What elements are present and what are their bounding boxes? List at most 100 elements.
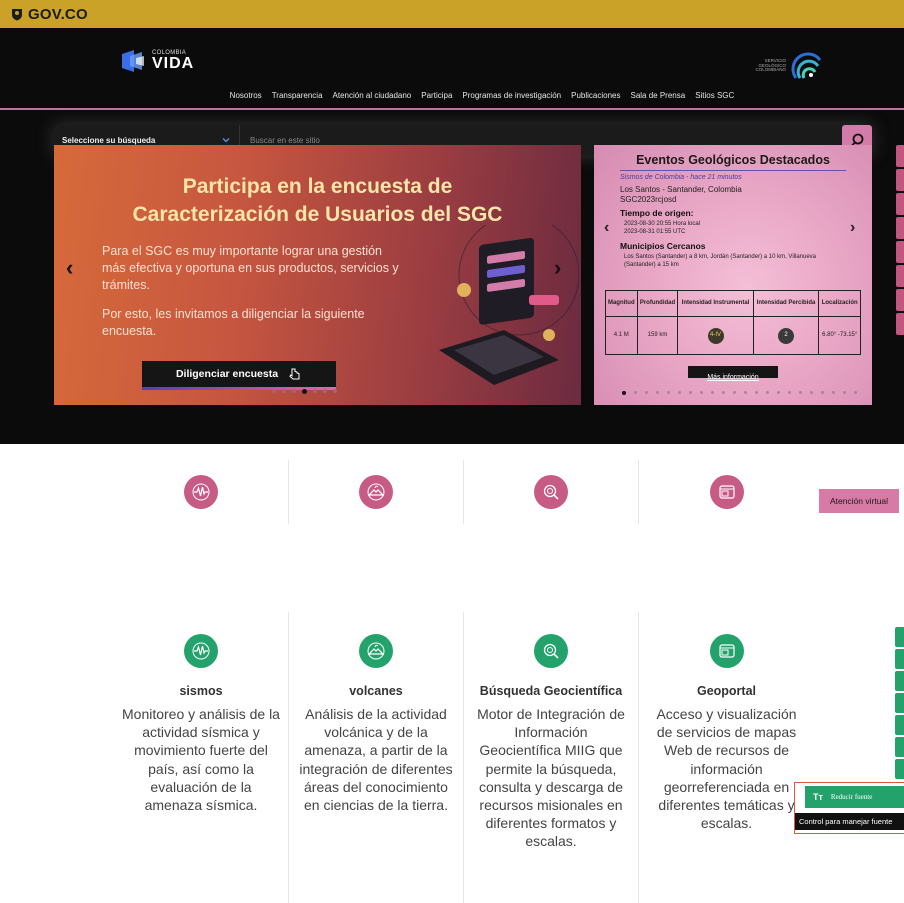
events-dot[interactable] xyxy=(645,391,648,394)
events-dot[interactable] xyxy=(733,391,736,394)
edge-tab-green[interactable] xyxy=(895,627,904,647)
events-dot[interactable] xyxy=(766,391,769,394)
events-dot[interactable] xyxy=(755,391,758,394)
nav-item-programas[interactable]: Programas de investigación xyxy=(462,91,561,109)
events-dot[interactable] xyxy=(678,391,681,394)
banner-dot[interactable] xyxy=(333,389,337,393)
colombia-seal-icon xyxy=(12,9,22,21)
more-info-button[interactable]: Más información xyxy=(688,366,778,381)
th-profundidad: Profundidad xyxy=(636,290,679,317)
edge-tab-green[interactable] xyxy=(895,671,904,691)
laptop-illustration-icon xyxy=(439,225,579,385)
events-meta: Sismos de Colombia - hace 21 minutos xyxy=(620,174,742,181)
events-dot[interactable] xyxy=(832,391,835,394)
colombia-vida-logo[interactable]: COLOMBIA VIDA xyxy=(120,48,194,74)
edge-tab-green[interactable] xyxy=(895,737,904,757)
events-dot-active[interactable] xyxy=(622,391,626,395)
service-card-geoportal-top[interactable] xyxy=(639,460,814,524)
service-cards-row-pink xyxy=(114,460,814,524)
intensity-instrumental-badge: 4-IV xyxy=(707,327,724,344)
events-dot[interactable] xyxy=(799,391,802,394)
service-title: sismos xyxy=(179,684,223,698)
banner-paragraph-1: Para el SGC es muy importante lograr una… xyxy=(102,244,399,292)
events-dot[interactable] xyxy=(788,391,791,394)
banner-body: Para el SGC es muy importante lograr una… xyxy=(102,243,402,352)
origin-label: Tiempo de origen: xyxy=(620,208,694,218)
nav-item-transparencia[interactable]: Transparencia xyxy=(272,91,323,109)
geologic-events-card: Eventos Geológicos Destacados Sismos de … xyxy=(594,145,872,405)
service-description: Acceso y visualización de servicios de m… xyxy=(656,706,797,832)
banner-dot[interactable] xyxy=(313,389,317,393)
banner-title: Participa en la encuesta de Caracterizac… xyxy=(54,173,581,229)
sgc-logo[interactable]: SERVICIO GEOLÓGICO COLOMBIANO xyxy=(750,48,826,84)
edge-tab[interactable] xyxy=(896,169,904,191)
service-card-volcanes-top[interactable] xyxy=(289,460,464,524)
banner-dot[interactable] xyxy=(323,389,327,393)
events-dot[interactable] xyxy=(744,391,747,394)
origin-local: 2023-08-30 20:55 Hora local xyxy=(624,221,701,227)
service-description: Monitoreo y análisis de la actividad sís… xyxy=(122,706,280,814)
banner-dot[interactable] xyxy=(272,389,276,393)
service-card-busqueda-top[interactable] xyxy=(464,460,639,524)
service-title: Búsqueda Geocientífica xyxy=(479,684,623,698)
main-nav: Nosotros Transparencia Atención al ciuda… xyxy=(0,91,904,109)
govco-brand[interactable]: GOV.CO xyxy=(28,6,88,23)
edge-tab[interactable] xyxy=(896,193,904,215)
edge-tab[interactable] xyxy=(896,241,904,263)
nav-item-sala-prensa[interactable]: Sala de Prensa xyxy=(630,91,685,109)
reduce-font-button[interactable]: Tт Reducir fuente xyxy=(805,786,904,808)
edge-tab[interactable] xyxy=(896,289,904,311)
service-card-busqueda[interactable]: Búsqueda Geocientífica Motor de Integrac… xyxy=(464,612,639,903)
banner-dot[interactable] xyxy=(292,389,296,393)
service-card-sismos-top[interactable] xyxy=(114,460,289,524)
events-title: Eventos Geológicos Destacados xyxy=(636,153,830,167)
seismograph-icon xyxy=(184,634,218,668)
accessibility-tabs-bottom xyxy=(895,627,904,779)
events-dot[interactable] xyxy=(777,391,780,394)
edge-tab-green[interactable] xyxy=(895,715,904,735)
service-card-geoportal[interactable]: Geoportal Acceso y visualización de serv… xyxy=(639,612,814,903)
events-dot[interactable] xyxy=(843,391,846,394)
reduce-font-label: Reducir fuente xyxy=(830,793,873,801)
events-dot[interactable] xyxy=(722,391,725,394)
municipios-text: Los Santos (Santander) a 8 km, Jordán (S… xyxy=(624,254,816,268)
events-dot[interactable] xyxy=(634,391,637,394)
nav-item-atencion[interactable]: Atención al ciudadano xyxy=(333,91,412,109)
edge-tab[interactable] xyxy=(896,145,904,167)
nav-divider xyxy=(0,108,904,110)
edge-tab-green[interactable] xyxy=(895,693,904,713)
edge-tab-green[interactable] xyxy=(895,759,904,779)
banner-dot[interactable] xyxy=(282,389,286,393)
events-dot[interactable] xyxy=(711,391,714,394)
service-card-sismos[interactable]: sismos Monitoreo y análisis de la activi… xyxy=(114,612,289,903)
virtual-attention-label: Atención virtual xyxy=(829,496,889,506)
edge-tab[interactable] xyxy=(896,217,904,239)
survey-cta-button[interactable]: Diligenciar encuesta xyxy=(142,361,336,387)
banner-dot-active[interactable] xyxy=(302,389,307,394)
events-prev-icon[interactable]: ‹ xyxy=(604,219,609,237)
logo-left-big: VIDA xyxy=(152,55,195,72)
nav-item-participa[interactable]: Participa xyxy=(421,91,452,109)
edge-tab[interactable] xyxy=(896,313,904,335)
nav-item-nosotros[interactable]: Nosotros xyxy=(230,91,262,109)
events-dot[interactable] xyxy=(700,391,703,394)
virtual-attention-button[interactable]: Atención virtual xyxy=(819,489,899,513)
service-card-volcanes[interactable]: volcanes Análisis de la actividad volcán… xyxy=(289,612,464,903)
events-dot[interactable] xyxy=(689,391,692,394)
edge-tab-green[interactable] xyxy=(895,649,904,669)
service-cards-row-green: sismos Monitoreo y análisis de la activi… xyxy=(114,612,814,903)
events-next-icon[interactable]: › xyxy=(850,219,855,237)
event-table-row: 4.1 M 159 km 4-IV 2 6.80° -73.15° xyxy=(605,316,861,355)
events-dot[interactable] xyxy=(854,391,857,394)
nav-item-publicaciones[interactable]: Publicaciones xyxy=(571,91,620,109)
font-control-tooltip-text: Control para manejar fuente xyxy=(799,817,893,826)
events-dot[interactable] xyxy=(667,391,670,394)
events-dot[interactable] xyxy=(810,391,813,394)
banner-prev-icon[interactable]: ‹ xyxy=(66,255,73,281)
events-dot[interactable] xyxy=(821,391,824,394)
nav-item-sitios-sgc[interactable]: Sitios SGC xyxy=(695,91,734,109)
edge-tab[interactable] xyxy=(896,265,904,287)
service-title: Geoportal xyxy=(696,684,757,698)
search-type-label: Seleccione su búsqueda xyxy=(62,135,156,145)
events-dot[interactable] xyxy=(656,391,659,394)
